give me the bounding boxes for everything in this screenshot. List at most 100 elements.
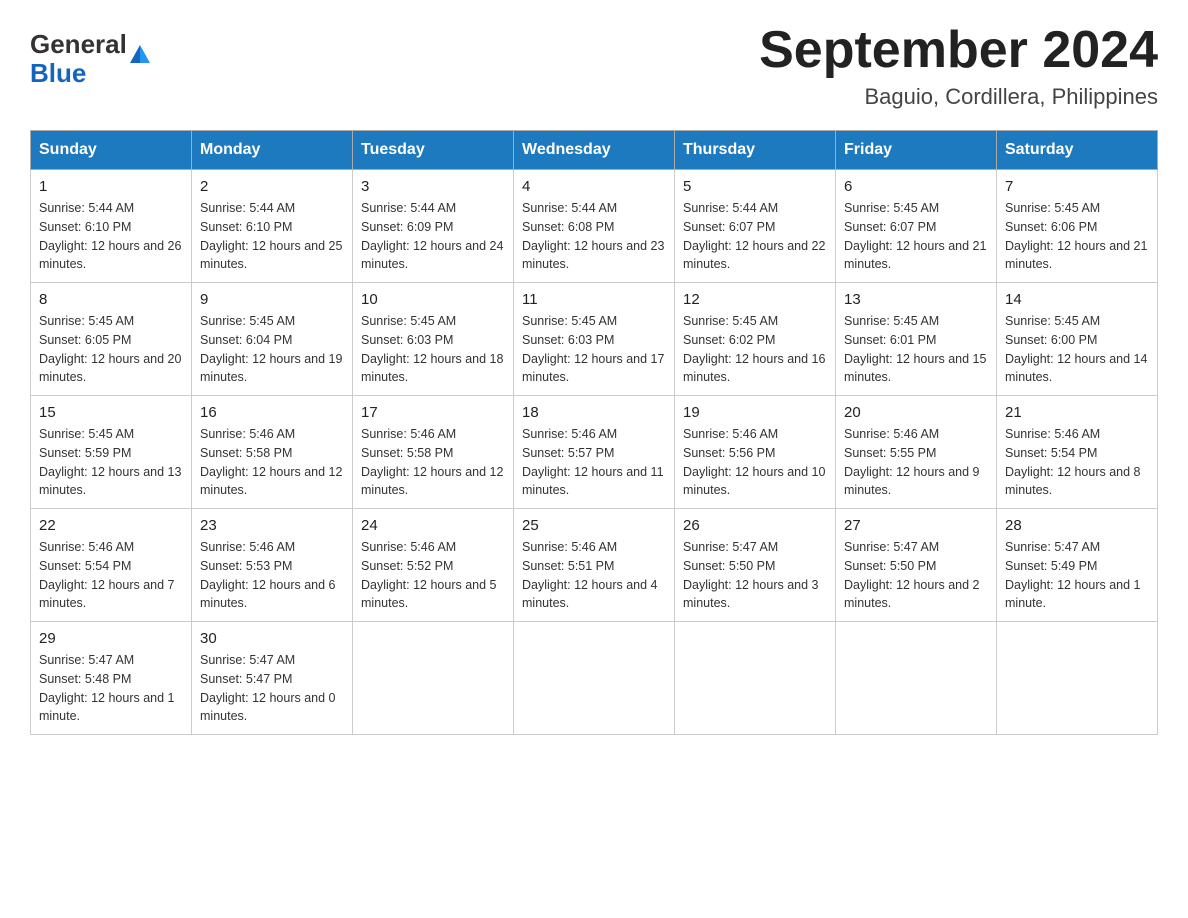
day-info: Sunrise: 5:45 AMSunset: 6:01 PMDaylight:…: [844, 312, 988, 387]
day-number: 23: [200, 517, 344, 534]
day-number: 18: [522, 404, 666, 421]
day-info: Sunrise: 5:45 AMSunset: 6:06 PMDaylight:…: [1005, 199, 1149, 274]
day-number: 12: [683, 291, 827, 308]
day-number: 16: [200, 404, 344, 421]
table-row: 3 Sunrise: 5:44 AMSunset: 6:09 PMDaylight…: [353, 170, 514, 283]
table-row: 9 Sunrise: 5:45 AMSunset: 6:04 PMDaylight…: [192, 283, 353, 396]
table-row: 13 Sunrise: 5:45 AMSunset: 6:01 PMDayligh…: [836, 283, 997, 396]
calendar-week-row: 8 Sunrise: 5:45 AMSunset: 6:05 PMDaylight…: [31, 283, 1158, 396]
day-info: Sunrise: 5:45 AMSunset: 6:03 PMDaylight:…: [361, 312, 505, 387]
day-info: Sunrise: 5:45 AMSunset: 6:04 PMDaylight:…: [200, 312, 344, 387]
table-row: 10 Sunrise: 5:45 AMSunset: 6:03 PMDayligh…: [353, 283, 514, 396]
day-info: Sunrise: 5:47 AMSunset: 5:50 PMDaylight:…: [683, 538, 827, 613]
day-info: Sunrise: 5:46 AMSunset: 5:55 PMDaylight:…: [844, 425, 988, 500]
table-row: 6Sunrise: 5:45 AMSunset: 6:07 PMDaylight…: [836, 170, 997, 283]
table-row: 5 Sunrise: 5:44 AMSunset: 6:07 PMDaylight…: [675, 170, 836, 283]
day-number: 20: [844, 404, 988, 421]
col-header-sunday: Sunday: [31, 131, 192, 170]
day-info: Sunrise: 5:46 AMSunset: 5:56 PMDaylight:…: [683, 425, 827, 500]
day-number: 30: [200, 630, 344, 647]
day-number: 26: [683, 517, 827, 534]
day-info: Sunrise: 5:45 AMSunset: 6:07 PMDaylight:…: [844, 199, 988, 274]
day-info: Sunrise: 5:46 AMSunset: 5:52 PMDaylight:…: [361, 538, 505, 613]
table-row: 18 Sunrise: 5:46 AMSunset: 5:57 PMDayligh…: [514, 396, 675, 509]
day-number: 7: [1005, 178, 1149, 195]
table-row: 21Sunrise: 5:46 AMSunset: 5:54 PMDayligh…: [997, 396, 1158, 509]
col-header-wednesday: Wednesday: [514, 131, 675, 170]
logo-text-blue: Blue: [30, 59, 130, 88]
day-number: 19: [683, 404, 827, 421]
day-number: 4: [522, 178, 666, 195]
day-number: 24: [361, 517, 505, 534]
page-header: General Blue September 2024 Baguio, Cord…: [30, 20, 1158, 110]
day-info: Sunrise: 5:44 AMSunset: 6:10 PMDaylight:…: [200, 199, 344, 274]
table-row: 27 Sunrise: 5:47 AMSunset: 5:50 PMDayligh…: [836, 509, 997, 622]
day-info: Sunrise: 5:45 AMSunset: 5:59 PMDaylight:…: [39, 425, 183, 500]
table-row: [514, 622, 675, 735]
logo-text-general: General: [30, 30, 127, 59]
day-number: 3: [361, 178, 505, 195]
day-number: 1: [39, 178, 183, 195]
day-info: Sunrise: 5:47 AMSunset: 5:49 PMDaylight:…: [1005, 538, 1149, 613]
day-info: Sunrise: 5:44 AMSunset: 6:09 PMDaylight:…: [361, 199, 505, 274]
day-number: 28: [1005, 517, 1149, 534]
col-header-thursday: Thursday: [675, 131, 836, 170]
col-header-saturday: Saturday: [997, 131, 1158, 170]
table-row: 26 Sunrise: 5:47 AMSunset: 5:50 PMDayligh…: [675, 509, 836, 622]
table-row: 4 Sunrise: 5:44 AMSunset: 6:08 PMDaylight…: [514, 170, 675, 283]
col-header-friday: Friday: [836, 131, 997, 170]
day-info: Sunrise: 5:46 AMSunset: 5:57 PMDaylight:…: [522, 425, 666, 500]
day-number: 14: [1005, 291, 1149, 308]
day-info: Sunrise: 5:44 AMSunset: 6:10 PMDaylight:…: [39, 199, 183, 274]
table-row: 2 Sunrise: 5:44 AMSunset: 6:10 PMDaylight…: [192, 170, 353, 283]
day-number: 27: [844, 517, 988, 534]
day-number: 22: [39, 517, 183, 534]
day-number: 25: [522, 517, 666, 534]
col-header-monday: Monday: [192, 131, 353, 170]
day-info: Sunrise: 5:44 AMSunset: 6:08 PMDaylight:…: [522, 199, 666, 274]
calendar-header-row: Sunday Monday Tuesday Wednesday Thursday…: [31, 131, 1158, 170]
table-row: 25 Sunrise: 5:46 AMSunset: 5:51 PMDayligh…: [514, 509, 675, 622]
table-row: 16 Sunrise: 5:46 AMSunset: 5:58 PMDayligh…: [192, 396, 353, 509]
day-number: 8: [39, 291, 183, 308]
day-info: Sunrise: 5:46 AMSunset: 5:58 PMDaylight:…: [200, 425, 344, 500]
table-row: 23 Sunrise: 5:46 AMSunset: 5:53 PMDayligh…: [192, 509, 353, 622]
day-number: 5: [683, 178, 827, 195]
calendar-week-row: 15Sunrise: 5:45 AMSunset: 5:59 PMDayligh…: [31, 396, 1158, 509]
day-info: Sunrise: 5:45 AMSunset: 6:00 PMDaylight:…: [1005, 312, 1149, 387]
day-number: 2: [200, 178, 344, 195]
calendar-title: September 2024: [759, 20, 1158, 80]
day-info: Sunrise: 5:46 AMSunset: 5:54 PMDaylight:…: [1005, 425, 1149, 500]
logo: General Blue: [30, 30, 130, 87]
day-number: 11: [522, 291, 666, 308]
day-info: Sunrise: 5:46 AMSunset: 5:58 PMDaylight:…: [361, 425, 505, 500]
table-row: 17 Sunrise: 5:46 AMSunset: 5:58 PMDayligh…: [353, 396, 514, 509]
table-row: 15Sunrise: 5:45 AMSunset: 5:59 PMDayligh…: [31, 396, 192, 509]
table-row: 19 Sunrise: 5:46 AMSunset: 5:56 PMDayligh…: [675, 396, 836, 509]
day-number: 17: [361, 404, 505, 421]
day-number: 9: [200, 291, 344, 308]
day-info: Sunrise: 5:47 AMSunset: 5:48 PMDaylight:…: [39, 651, 183, 726]
table-row: 30Sunrise: 5:47 AMSunset: 5:47 PMDayligh…: [192, 622, 353, 735]
day-info: Sunrise: 5:44 AMSunset: 6:07 PMDaylight:…: [683, 199, 827, 274]
day-number: 13: [844, 291, 988, 308]
day-info: Sunrise: 5:46 AMSunset: 5:53 PMDaylight:…: [200, 538, 344, 613]
table-row: 28 Sunrise: 5:47 AMSunset: 5:49 PMDayligh…: [997, 509, 1158, 622]
calendar-week-row: 1 Sunrise: 5:44 AMSunset: 6:10 PMDaylight…: [31, 170, 1158, 283]
day-number: 29: [39, 630, 183, 647]
day-info: Sunrise: 5:45 AMSunset: 6:03 PMDaylight:…: [522, 312, 666, 387]
table-row: 14 Sunrise: 5:45 AMSunset: 6:00 PMDayligh…: [997, 283, 1158, 396]
day-info: Sunrise: 5:45 AMSunset: 6:05 PMDaylight:…: [39, 312, 183, 387]
day-info: Sunrise: 5:46 AMSunset: 5:51 PMDaylight:…: [522, 538, 666, 613]
col-header-tuesday: Tuesday: [353, 131, 514, 170]
calendar-subtitle: Baguio, Cordillera, Philippines: [759, 84, 1158, 110]
day-info: Sunrise: 5:47 AMSunset: 5:50 PMDaylight:…: [844, 538, 988, 613]
title-area: September 2024 Baguio, Cordillera, Phili…: [759, 20, 1158, 110]
table-row: 8 Sunrise: 5:45 AMSunset: 6:05 PMDaylight…: [31, 283, 192, 396]
day-info: Sunrise: 5:46 AMSunset: 5:54 PMDaylight:…: [39, 538, 183, 613]
table-row: [353, 622, 514, 735]
day-number: 10: [361, 291, 505, 308]
calendar-table: Sunday Monday Tuesday Wednesday Thursday…: [30, 130, 1158, 735]
table-row: [997, 622, 1158, 735]
table-row: 29 Sunrise: 5:47 AMSunset: 5:48 PMDayligh…: [31, 622, 192, 735]
